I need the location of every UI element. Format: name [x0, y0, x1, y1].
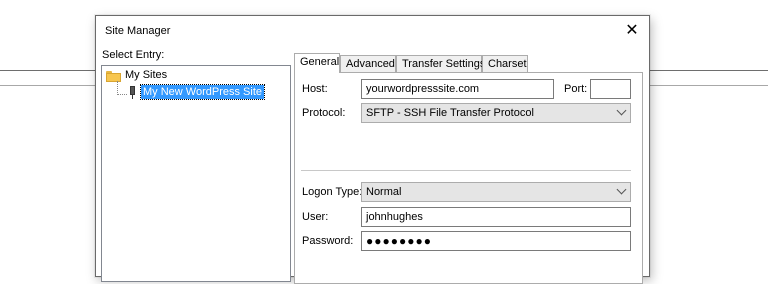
port-input[interactable]	[590, 79, 631, 99]
site-manager-dialog: Site Manager ✕ Select Entry: My Sites My…	[95, 15, 650, 284]
server-icon	[129, 86, 136, 99]
chevron-down-icon	[616, 184, 627, 195]
tree-connector	[117, 94, 127, 95]
section-divider	[301, 170, 631, 171]
window-title: Site Manager	[105, 25, 171, 37]
protocol-value: SFTP - SSH File Transfer Protocol	[366, 107, 534, 119]
password-label: Password:	[302, 235, 354, 247]
port-label: Port:	[564, 83, 588, 95]
close-icon: ✕	[625, 22, 639, 39]
protocol-label: Protocol:	[302, 107, 346, 119]
tree-item-label: My New WordPress Site	[140, 84, 265, 100]
chevron-down-icon	[616, 105, 627, 116]
user-label: User:	[302, 211, 329, 223]
tab-charset[interactable]: Charset	[482, 55, 528, 72]
site-tree[interactable]: My Sites My New WordPress Site	[101, 65, 291, 282]
background-app-line	[0, 70, 95, 71]
general-tab-panel: Host: yourwordpresssite.com Port: Protoc…	[294, 72, 643, 284]
tab-advanced[interactable]: Advanced	[340, 55, 396, 72]
title-bar[interactable]: Site Manager ✕	[96, 16, 649, 46]
background-app-line	[648, 70, 768, 71]
tab-general[interactable]: General	[294, 53, 340, 73]
logon-type-label: Logon Type:	[302, 186, 363, 198]
background-app-line	[648, 85, 768, 86]
tab-transfer-settings[interactable]: Transfer Settings	[396, 55, 485, 72]
logon-type-value: Normal	[366, 186, 402, 198]
folder-icon	[106, 71, 121, 82]
user-input[interactable]: johnhughes	[361, 207, 631, 227]
tree-item-label: My Sites	[125, 69, 168, 81]
host-input[interactable]: yourwordpresssite.com	[361, 79, 554, 99]
logon-type-select[interactable]: Normal	[361, 182, 631, 202]
host-label: Host:	[302, 83, 328, 95]
tree-connector	[117, 81, 118, 95]
password-input[interactable]: ●●●●●●●●	[361, 231, 631, 251]
protocol-select[interactable]: SFTP - SSH File Transfer Protocol	[361, 103, 631, 123]
select-entry-label: Select Entry:	[102, 49, 165, 61]
close-button[interactable]: ✕	[615, 16, 649, 46]
background-app-line	[0, 85, 95, 86]
